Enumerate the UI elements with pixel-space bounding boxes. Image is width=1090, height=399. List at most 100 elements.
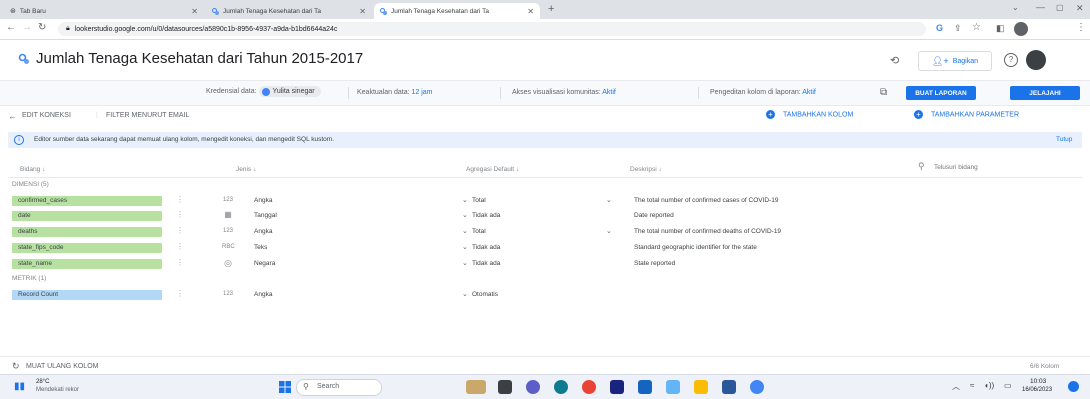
- description-text[interactable]: State reported: [634, 260, 675, 267]
- copy-icon[interactable]: ⧉: [880, 87, 887, 98]
- table-row[interactable]: date ⋮ ▦ Tanggal ⌄ Tidak ada Date report…: [8, 210, 1082, 222]
- add-parameter-button[interactable]: + TAMBAHKAN PARAMETER: [914, 110, 1019, 119]
- weather-status[interactable]: Mendekati rekor: [36, 387, 79, 393]
- chrome-taskbar-icon[interactable]: [582, 380, 596, 394]
- drag-handle-icon[interactable]: ⋮: [176, 210, 184, 219]
- tab-looker-1[interactable]: Jumlah Tenaga Kesehatan dari Ta ✕: [206, 3, 372, 19]
- share-button[interactable]: 👤︎+ Bagikan: [918, 51, 992, 71]
- back-arrow-icon[interactable]: ←: [8, 111, 17, 121]
- explore-button[interactable]: JELAJAHI: [1010, 86, 1080, 100]
- google-icon[interactable]: G: [936, 23, 943, 33]
- chevron-down-icon[interactable]: ⌄: [462, 243, 468, 251]
- help-icon[interactable]: ?: [1004, 53, 1018, 67]
- windows-start-icon[interactable]: [279, 381, 291, 393]
- field-chip[interactable]: state_name: [12, 259, 162, 269]
- profile-avatar[interactable]: [1014, 22, 1028, 36]
- close-icon[interactable]: ✕: [359, 7, 366, 16]
- field-chip[interactable]: state_fips_code: [12, 243, 162, 253]
- description-text[interactable]: The total number of confirmed cases of C…: [634, 197, 779, 204]
- url-input[interactable]: 🔒︎ lookerstudio.google.com/u/0/datasourc…: [58, 22, 926, 36]
- weather-temp[interactable]: 28°C: [36, 379, 49, 385]
- volume-icon[interactable]: ◖)): [984, 381, 994, 390]
- reload-icon[interactable]: ↻: [38, 22, 46, 33]
- chevron-down-icon[interactable]: ⌄: [462, 211, 468, 219]
- sidepanel-icon[interactable]: ◧: [996, 23, 1005, 34]
- table-row[interactable]: state_name ⋮ ◎ Negara ⌄ Tidak ada State …: [8, 258, 1082, 270]
- chevron-down-icon[interactable]: ⌄: [462, 227, 468, 235]
- type-label[interactable]: Tanggal: [254, 212, 277, 219]
- type-label[interactable]: Teks: [254, 244, 267, 251]
- minimize-icon[interactable]: —: [1036, 2, 1045, 12]
- type-label[interactable]: Angka: [254, 228, 272, 235]
- tab-looker-2[interactable]: Jumlah Tenaga Kesehatan dari Ta ✕: [374, 3, 540, 19]
- community-group[interactable]: Akses visualisasi komunitas: Aktif: [512, 89, 616, 96]
- field-chip[interactable]: date: [12, 211, 162, 221]
- drag-handle-icon[interactable]: ⋮: [176, 242, 184, 251]
- app-icon[interactable]: [666, 380, 680, 394]
- description-text[interactable]: The total number of confirmed deaths of …: [634, 228, 781, 235]
- close-icon[interactable]: ✕: [191, 7, 198, 16]
- page-title[interactable]: Jumlah Tenaga Kesehatan dari Tahun 2015-…: [36, 50, 363, 67]
- task-view-icon[interactable]: [498, 380, 512, 394]
- chevron-down-icon[interactable]: ⌄: [462, 196, 468, 204]
- teams-icon[interactable]: [526, 380, 540, 394]
- search-input[interactable]: [932, 160, 1076, 174]
- aggregation-label[interactable]: Total: [472, 197, 486, 204]
- community-value[interactable]: Aktif: [602, 89, 616, 96]
- chevron-down-icon[interactable]: ⌄: [606, 227, 612, 235]
- new-tab-icon[interactable]: +: [548, 3, 554, 15]
- maximize-icon[interactable]: ▢: [1056, 3, 1064, 12]
- back-icon[interactable]: ←: [6, 22, 16, 33]
- animal-widget-icon[interactable]: [466, 380, 486, 394]
- kebab-menu-icon[interactable]: ⋮: [1076, 22, 1086, 33]
- column-header-aggregation[interactable]: Agregasi Default ↓: [466, 166, 519, 173]
- search-field[interactable]: ⚲: [918, 160, 1078, 174]
- avatar[interactable]: [1026, 50, 1046, 70]
- refresh-icon[interactable]: ↻: [12, 361, 20, 372]
- chevron-down-icon[interactable]: ⌄: [462, 290, 468, 298]
- create-report-button[interactable]: BUAT LAPORAN: [906, 86, 976, 100]
- store-icon[interactable]: [638, 380, 652, 394]
- tray-chevron-icon[interactable]: ︿: [952, 381, 960, 392]
- edit-connection-link[interactable]: EDIT KONEKSI: [22, 112, 71, 119]
- credentials-chip[interactable]: Yulita sinegar: [258, 86, 321, 97]
- clock-date[interactable]: 16/06/2023: [1022, 387, 1052, 393]
- description-text[interactable]: Standard geographic identifier for the s…: [634, 244, 757, 251]
- aggregation-label[interactable]: Tidak ada: [472, 260, 500, 267]
- history-icon[interactable]: ⟲: [890, 54, 899, 67]
- notification-icon[interactable]: [1068, 381, 1079, 392]
- column-header-field[interactable]: Bidang ↓: [20, 166, 45, 173]
- table-row[interactable]: state_fips_code ⋮ RBC Teks ⌄ Tidak ada S…: [8, 242, 1082, 254]
- clock-time[interactable]: 10:03: [1030, 378, 1046, 385]
- chevron-down-icon[interactable]: ⌄: [606, 196, 612, 204]
- freshness-value[interactable]: 12 jam: [412, 89, 433, 96]
- aggregation-label[interactable]: Tidak ada: [472, 244, 500, 251]
- reload-fields-button[interactable]: MUAT ULANG KOLOM: [26, 363, 98, 370]
- bookmark-star-icon[interactable]: ☆: [972, 22, 981, 33]
- battery-icon[interactable]: ▭: [1004, 381, 1012, 390]
- column-header-description[interactable]: Deskripsi ↓: [630, 166, 662, 173]
- app-icon[interactable]: [610, 380, 624, 394]
- word-icon[interactable]: [722, 380, 736, 394]
- drag-handle-icon[interactable]: ⋮: [176, 258, 184, 267]
- table-row[interactable]: deaths ⋮ 123 Angka ⌄ Total ⌄ The total n…: [8, 226, 1082, 238]
- table-row[interactable]: Record Count ⋮ 123 Angka ⌄ Otomatis: [8, 289, 1082, 301]
- type-label[interactable]: Angka: [254, 197, 272, 204]
- table-row[interactable]: confirmed_cases ⋮ 123 Angka ⌄ Total ⌄ Th…: [8, 195, 1082, 207]
- field-edit-group[interactable]: Pengeditan kolom di laporan: Aktif: [710, 89, 816, 96]
- forward-icon[interactable]: →: [22, 22, 32, 33]
- drag-handle-icon[interactable]: ⋮: [176, 226, 184, 235]
- filter-email-link[interactable]: FILTER MENURUT EMAIL: [106, 112, 189, 119]
- tab-new[interactable]: ⊛ Tab Baru ✕: [4, 3, 204, 19]
- column-header-type[interactable]: Jenis ↓: [236, 166, 256, 173]
- drag-handle-icon[interactable]: ⋮: [176, 195, 184, 204]
- type-label[interactable]: Angka: [254, 291, 272, 298]
- field-chip[interactable]: Record Count: [12, 290, 162, 300]
- edge-icon[interactable]: [554, 380, 568, 394]
- aggregation-label[interactable]: Total: [472, 228, 486, 235]
- field-edit-value[interactable]: Aktif: [802, 89, 816, 96]
- chevron-down-icon[interactable]: ⌄: [1012, 3, 1019, 12]
- file-explorer-icon[interactable]: [694, 380, 708, 394]
- freshness-group[interactable]: Keaktualan data: 12 jam: [357, 89, 433, 96]
- add-field-button[interactable]: + TAMBAHKAN KOLOM: [766, 110, 853, 119]
